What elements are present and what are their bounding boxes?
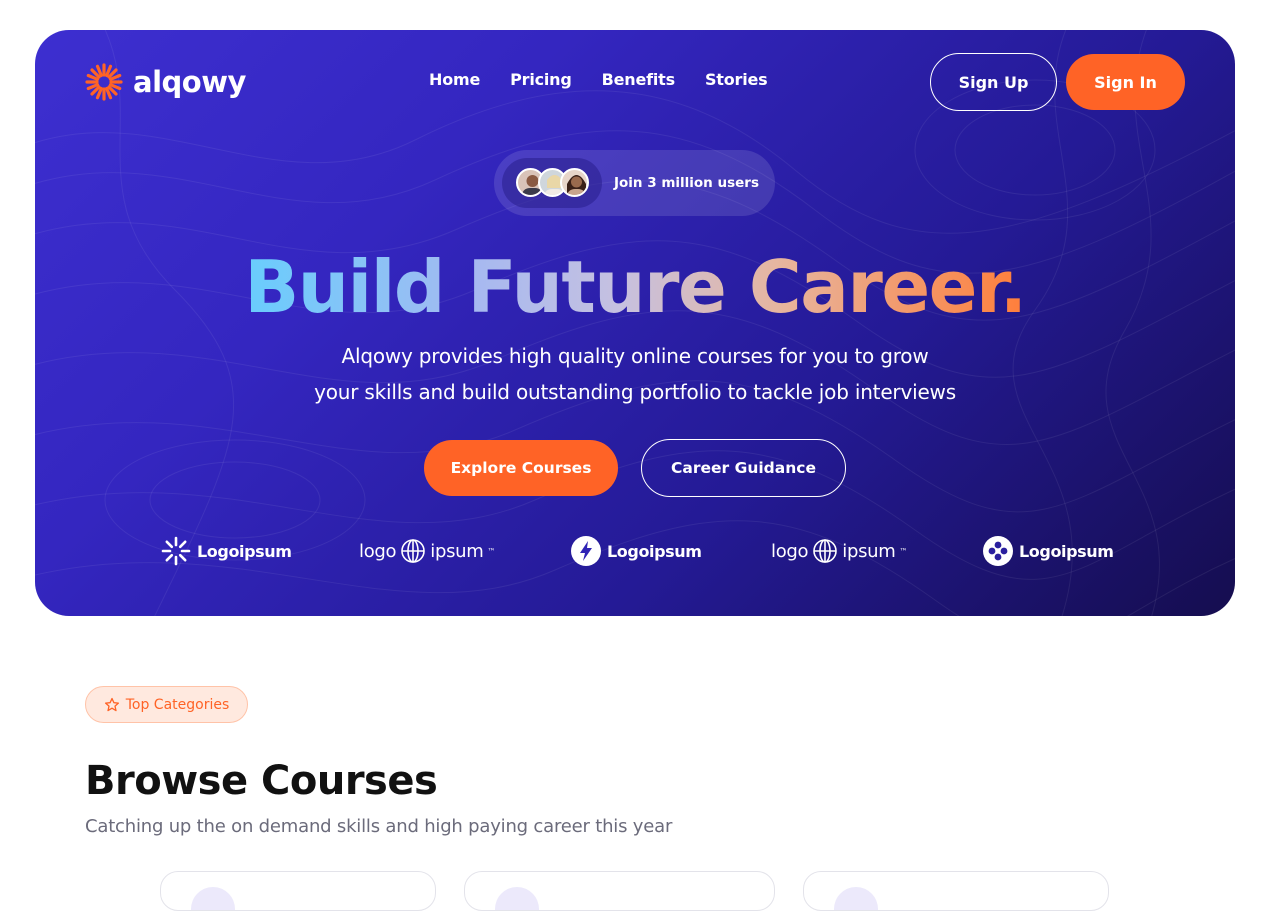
partner-name: ipsum [842,540,896,562]
nav-item-pricing[interactable]: Pricing [510,70,572,89]
main-nav: Home Pricing Benefits Stories [429,70,768,89]
section-title: Browse Courses [85,758,438,804]
dots-logo-icon [983,536,1013,566]
career-guidance-button[interactable]: Career Guidance [641,439,846,497]
partner-name: ipsum [430,540,484,562]
partner-name: Logoipsum [1019,541,1114,561]
course-category-card[interactable] [464,871,775,911]
partner-logo-5: Logoipsum [983,534,1114,568]
category-icon-placeholder [834,887,878,910]
top-categories-badge: Top Categories [85,686,248,723]
partner-logo-1: Logoipsum [161,534,292,568]
hero-description: Alqowy provides high quality online cour… [35,338,1235,410]
hero-section: alqowy Home Pricing Benefits Stories Sig… [35,30,1235,616]
partner-logo-4: logo ipsum ™ [771,534,908,568]
explore-courses-button[interactable]: Explore Courses [424,440,618,496]
partner-name: logo [771,540,809,562]
join-users-pill: Join 3 million users [494,150,775,216]
hero-description-line: your skills and build outstanding portfo… [314,380,956,404]
brand-name: alqowy [133,65,246,99]
hero-description-line: Alqowy provides high quality online cour… [341,344,929,368]
partner-name: Logoipsum [607,541,702,561]
trademark-mark: ™ [487,546,496,556]
hero-headline: Build Future Career. [35,242,1235,332]
globe-logo-icon [813,539,838,563]
join-users-text: Join 3 million users [614,175,759,191]
course-category-card[interactable] [160,871,436,911]
hero-headline-text: Build Future Career. [244,245,1027,329]
globe-logo-icon [401,539,426,563]
partner-logo-3: Logoipsum [571,534,702,568]
nav-item-home[interactable]: Home [429,70,480,89]
partner-logo-2: logo ipsum ™ [359,534,496,568]
category-icon-placeholder [495,887,539,910]
sign-in-button[interactable]: Sign In [1066,54,1185,110]
section-subtitle: Catching up the on demand skills and hig… [85,816,673,837]
course-category-card[interactable] [803,871,1109,911]
category-icon-placeholder [191,887,235,910]
avatar [560,168,589,197]
nav-item-benefits[interactable]: Benefits [602,70,676,89]
trademark-mark: ™ [899,546,908,556]
star-icon [104,697,119,711]
sunburst-logo-icon [85,63,123,101]
bolt-logo-icon [571,536,601,566]
badge-label: Top Categories [125,696,230,713]
partner-name: logo [359,540,397,562]
sign-up-button[interactable]: Sign Up [930,53,1057,111]
brand-logo[interactable]: alqowy [85,62,246,102]
nav-item-stories[interactable]: Stories [705,70,768,89]
avatar-group [502,158,602,208]
partner-name: Logoipsum [197,541,292,561]
sunburst-logo-icon [161,536,191,566]
